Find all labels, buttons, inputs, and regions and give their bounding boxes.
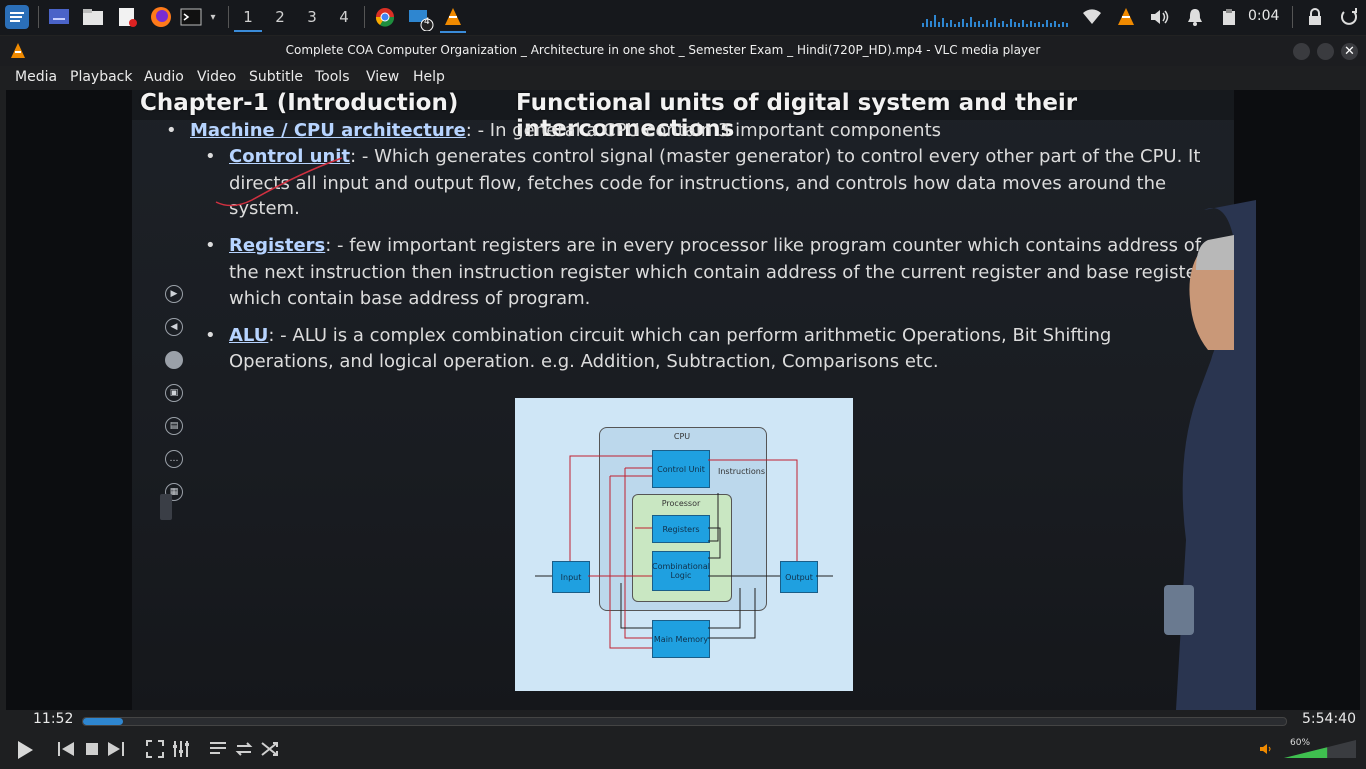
playlist-button[interactable]: [207, 738, 229, 760]
menu-subtitle[interactable]: Subtitle: [249, 69, 303, 85]
text-editor-icon[interactable]: [114, 3, 140, 31]
workspace-4[interactable]: 4: [330, 4, 358, 30]
vlc-taskbar-icon[interactable]: [440, 3, 466, 33]
menu-video[interactable]: Video: [197, 69, 236, 85]
pen-circle-icon: [165, 351, 183, 369]
volume-tray-icon[interactable]: [1148, 3, 1172, 31]
file-manager-icon[interactable]: [80, 3, 106, 31]
cpu-diagram: CPU Processor Control Unit Instructions …: [515, 398, 853, 691]
menu-media[interactable]: Media: [15, 69, 57, 85]
desktop-icon[interactable]: [46, 3, 72, 31]
next-button[interactable]: [106, 738, 128, 760]
bullet-text: : - In general a CPU contain 3 important…: [465, 120, 942, 141]
bullet-text: : - ALU is a complex combination circuit…: [268, 325, 1112, 346]
stop-button[interactable]: [81, 738, 103, 760]
loop-button[interactable]: [233, 738, 255, 760]
maximize-button[interactable]: [1317, 43, 1334, 60]
close-button[interactable]: ✕: [1341, 43, 1358, 60]
image-circle-icon: ▤: [165, 417, 183, 435]
window-titlebar[interactable]: Complete COA Computer Organization _ Arc…: [0, 36, 1366, 66]
seek-row: 11:52 5:54:40: [0, 710, 1366, 730]
extended-settings-button[interactable]: [170, 738, 192, 760]
more-circle-icon: …: [165, 450, 183, 468]
bullet-text-line: Operations, and logical operation. e.g. …: [229, 351, 939, 372]
pen-annotation: [215, 157, 343, 207]
total-time[interactable]: 5:54:40: [1302, 711, 1356, 727]
menu-help[interactable]: Help: [413, 69, 445, 85]
vlc-tray-icon[interactable]: [1114, 3, 1138, 31]
clock[interactable]: 0:04: [1248, 8, 1279, 24]
bullet-text: : - few important registers are in every…: [325, 235, 1202, 256]
chevron-down-icon[interactable]: ▾: [206, 3, 220, 31]
workspace-1[interactable]: 1: [234, 4, 262, 32]
back-circle-icon: ◀: [165, 318, 183, 336]
bullet-dot: •: [166, 120, 177, 141]
side-panel-tab: [160, 494, 172, 520]
bullet-text-line: the next instruction then instruction re…: [229, 262, 1205, 283]
play-circle-icon: ▶: [165, 285, 183, 303]
elapsed-time[interactable]: 11:52: [33, 711, 73, 727]
bullet-dot: •: [205, 325, 216, 346]
wifi-icon[interactable]: [1080, 3, 1104, 31]
slide-header: Chapter-1 (Introduction) Functional unit…: [132, 90, 1234, 142]
chrome-icon[interactable]: [372, 3, 398, 31]
menu-view[interactable]: View: [366, 69, 399, 85]
app-menu-icon[interactable]: [2, 3, 32, 31]
bullet-dot: •: [205, 235, 216, 256]
bullet-keyword: ALU: [229, 325, 269, 346]
bullet-text-line: which contain base address of program.: [229, 288, 591, 309]
window-title: Complete COA Computer Organization _ Arc…: [285, 43, 1041, 57]
play-button[interactable]: [12, 738, 36, 762]
workspace-2[interactable]: 2: [266, 4, 294, 30]
menu-bar: Media Playback Audio Video Subtitle Tool…: [0, 66, 1366, 90]
seek-slider[interactable]: [82, 717, 1287, 726]
menu-audio[interactable]: Audio: [144, 69, 184, 85]
taskbar-separator: [1292, 6, 1293, 28]
taskbar: ▾ 1 2 3 4 4 0:04: [0, 0, 1366, 36]
bullet-keyword: Machine / CPU architecture: [190, 120, 466, 141]
bullet-control-unit: • Control unit: - Which generates contro…: [205, 146, 1201, 167]
taskbar-separator: [228, 6, 229, 28]
minimize-button[interactable]: [1293, 43, 1310, 60]
video-area[interactable]: Chapter-1 (Introduction) Functional unit…: [6, 90, 1360, 710]
bullet-text: : - Which generates control signal (mast…: [350, 146, 1201, 167]
diagram-connectors: [535, 455, 833, 649]
terminal-icon[interactable]: [178, 3, 204, 31]
seek-progress: [83, 718, 124, 725]
fullscreen-button[interactable]: [144, 738, 166, 760]
bullet-registers: • Registers: - few important registers a…: [205, 235, 1202, 256]
shuffle-button[interactable]: [259, 738, 281, 760]
controls-row: 60%: [0, 730, 1366, 768]
previous-button[interactable]: [54, 738, 76, 760]
network-graph: [920, 3, 1072, 31]
menu-tools[interactable]: Tools: [315, 69, 350, 85]
presenter-figure: [1164, 200, 1256, 710]
power-icon[interactable]: [1338, 3, 1360, 31]
menu-playback[interactable]: Playback: [70, 69, 132, 85]
volume-level: [1284, 747, 1328, 758]
clipboard-icon[interactable]: [1218, 3, 1240, 31]
layers-circle-icon: ▣: [165, 384, 183, 402]
bullet-text-line: directs all input and output flow, fetch…: [229, 173, 1167, 194]
bullet-machine-architecture: • Machine / CPU architecture: - In gener…: [166, 120, 942, 141]
folder-window-icon[interactable]: 4: [406, 3, 436, 31]
bullet-keyword: Registers: [229, 235, 326, 256]
workspace-3[interactable]: 3: [298, 4, 326, 30]
window-count-badge: 4: [424, 17, 430, 27]
taskbar-separator: [364, 6, 365, 28]
lock-icon[interactable]: [1304, 3, 1326, 31]
notification-bell-icon[interactable]: [1184, 3, 1206, 31]
taskbar-separator: [38, 6, 39, 28]
firefox-icon[interactable]: [148, 3, 174, 31]
slide-chapter-title: Chapter-1 (Introduction): [140, 90, 459, 116]
mute-button[interactable]: [1256, 738, 1278, 760]
bullet-alu: • ALU: - ALU is a complex combination ci…: [205, 325, 1112, 346]
volume-percent: 60%: [1290, 738, 1311, 748]
